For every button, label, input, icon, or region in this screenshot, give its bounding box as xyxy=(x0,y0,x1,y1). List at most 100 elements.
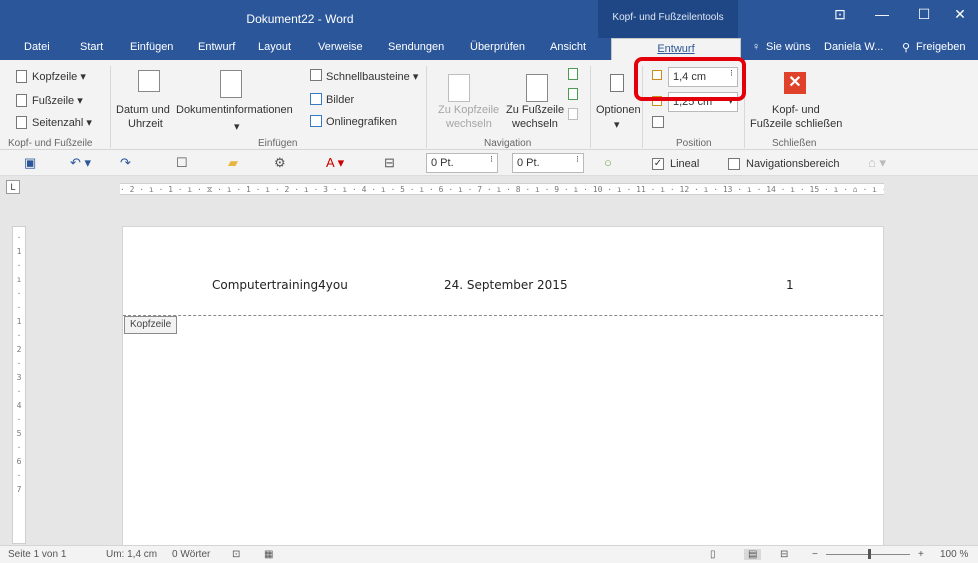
close-window-button[interactable]: ✕ xyxy=(940,4,978,24)
vertical-ruler-tick: · xyxy=(16,233,22,242)
options-icon xyxy=(610,74,624,92)
word-count[interactable]: 0 Wörter xyxy=(172,549,210,560)
page-number-dropdown[interactable]: Seitenzahl ▾ xyxy=(32,116,92,129)
tab-entwurf[interactable]: Entwurf xyxy=(198,41,235,53)
group-label-navigation: Navigation xyxy=(484,138,532,149)
tab-sendungen[interactable]: Sendungen xyxy=(388,41,444,53)
vertical-ruler-tick: · xyxy=(16,261,22,270)
redo-icon[interactable]: ↷ xyxy=(120,155,131,171)
date-time-button-line2: Uhrzeit xyxy=(128,118,163,130)
insert-alignment-tab-icon[interactable] xyxy=(652,116,664,128)
group-label-insert: Einfügen xyxy=(258,138,298,149)
close-icon: ✕ xyxy=(784,72,806,94)
page-count[interactable]: Seite 1 von 1 xyxy=(8,549,66,560)
ruler-checkbox-label: Lineal xyxy=(670,158,700,170)
spacing-before-input[interactable]: 0 Pt. ⁝ xyxy=(426,153,498,173)
tab-ansicht[interactable]: Ansicht xyxy=(550,41,586,53)
calendar-clock-icon xyxy=(138,70,160,92)
footer-icon xyxy=(16,94,27,107)
save-icon[interactable]: ▣ xyxy=(24,155,36,171)
online-pictures-icon xyxy=(310,115,322,127)
proofing-icon[interactable]: ⊡ xyxy=(232,549,240,560)
go-to-header-line2: wechseln xyxy=(446,118,492,130)
quick-parts-dropdown[interactable]: Schnellbausteine ▾ xyxy=(326,70,418,83)
spacing-after-input[interactable]: 0 Pt. ⁝ xyxy=(512,153,584,173)
vertical-ruler-tick: 3 xyxy=(16,373,22,382)
zoom-out-button[interactable]: − xyxy=(812,549,818,560)
lightbulb-icon: ♀ xyxy=(752,41,761,53)
user-name[interactable]: Daniela W... xyxy=(824,41,883,53)
group-label-header-footer: Kopf- und Fußzeile xyxy=(8,138,93,149)
vertical-ruler-tick: ı xyxy=(16,275,22,284)
vertical-ruler-tick: · xyxy=(16,359,22,368)
vertical-ruler-tick: 1 xyxy=(16,317,22,326)
cursor-position: Um: 1,4 cm xyxy=(106,549,158,560)
link-to-previous-icon[interactable] xyxy=(568,108,578,120)
previous-section-icon[interactable] xyxy=(568,68,578,80)
ruler-checkbox[interactable]: ✓ xyxy=(652,158,664,170)
pictures-icon xyxy=(310,93,322,105)
vertical-ruler-tick: · xyxy=(16,303,22,312)
footer-dropdown[interactable]: Fußzeile ▾ xyxy=(32,94,83,107)
tab-verweise[interactable]: Verweise xyxy=(318,41,363,53)
vertical-ruler-tick: · xyxy=(16,471,22,480)
vertical-ruler[interactable]: · 1 · ı · · 1 · 2 · 3 · 4 · 5 · 6 · 7 xyxy=(12,226,26,544)
header-date-text[interactable]: 24. September 2015 xyxy=(444,278,568,292)
navigation-pane-checkbox[interactable] xyxy=(728,158,740,170)
document-info-icon xyxy=(220,70,242,98)
new-document-icon[interactable]: ☐ xyxy=(176,155,188,171)
macro-icon[interactable]: ▦ xyxy=(264,549,273,560)
vertical-ruler-tick: · xyxy=(16,415,22,424)
header-company-text[interactable]: Computertraining4you xyxy=(212,278,348,292)
vertical-ruler-tick: 6 xyxy=(16,457,22,466)
tell-me-box[interactable]: Sie wüns xyxy=(766,41,811,53)
tab-ueberpruefen[interactable]: Überprüfen xyxy=(470,41,525,53)
radio-icon[interactable]: ○ xyxy=(604,155,612,170)
go-to-footer-button[interactable]: Zu Fußzeile xyxy=(506,104,564,116)
header-page-number[interactable]: 1 xyxy=(786,278,794,292)
print-preview-icon[interactable]: ⚙ xyxy=(274,155,286,171)
next-section-icon[interactable] xyxy=(568,88,578,100)
header-tag: Kopfzeile xyxy=(124,316,178,334)
tab-layout[interactable]: Layout xyxy=(258,41,291,53)
close-header-footer-line2: Fußzeile schließen xyxy=(750,118,843,130)
tab-header-footer-design-label: Entwurf xyxy=(657,43,695,55)
tab-einfuegen[interactable]: Einfügen xyxy=(130,41,173,53)
tab-selector[interactable]: L xyxy=(6,180,20,194)
document-info-button[interactable]: Dokumentinformationen xyxy=(176,104,293,116)
minimize-button[interactable]: — xyxy=(862,4,902,24)
document-page[interactable] xyxy=(122,226,884,546)
go-to-footer-icon xyxy=(526,74,548,102)
font-color-icon[interactable]: A ▾ xyxy=(326,155,344,171)
indent-icon[interactable]: ⊟ xyxy=(384,155,395,171)
maximize-button[interactable]: ☐ xyxy=(904,4,944,24)
zoom-in-button[interactable]: + xyxy=(918,549,924,560)
format-painter-icon[interactable]: ⌂ ▾ xyxy=(868,155,886,171)
share-button[interactable]: Freigeben xyxy=(916,41,966,53)
header-dropdown[interactable]: Kopfzeile ▾ xyxy=(32,70,86,83)
vertical-ruler-tick: · xyxy=(16,443,22,452)
read-mode-icon[interactable]: ▯ xyxy=(710,549,716,560)
pictures-button[interactable]: Bilder xyxy=(326,94,354,106)
page-number-icon xyxy=(16,116,27,129)
online-pictures-button[interactable]: Onlinegrafiken xyxy=(326,116,397,128)
close-header-footer-button[interactable]: Kopf- und xyxy=(772,104,820,116)
print-layout-icon[interactable]: ▤ xyxy=(744,549,762,560)
undo-icon[interactable]: ↶ ▾ xyxy=(70,155,91,171)
horizontal-ruler[interactable]: · 2 · ı · 1 · ı · ⧖ · ı · 1 · ı · 2 · ı … xyxy=(120,183,884,195)
zoom-slider-thumb[interactable] xyxy=(868,549,871,559)
date-time-button[interactable]: Datum und xyxy=(116,104,170,116)
options-button[interactable]: Optionen xyxy=(596,104,641,116)
tab-start[interactable]: Start xyxy=(80,41,103,53)
web-layout-icon[interactable]: ⊟ xyxy=(780,549,788,560)
zoom-level[interactable]: 100 % xyxy=(940,549,968,560)
vertical-ruler-tick: · xyxy=(16,289,22,298)
header-icon xyxy=(16,70,27,83)
group-divider xyxy=(110,66,111,148)
ribbon-display-options-button[interactable]: ⊡ xyxy=(820,4,860,24)
tab-datei[interactable]: Datei xyxy=(24,41,50,53)
chevron-down-icon: ▾ xyxy=(234,121,240,133)
go-to-header-button[interactable]: Zu Kopfzeile xyxy=(438,104,499,116)
open-folder-icon[interactable]: ▰ xyxy=(228,155,238,171)
navigation-pane-label: Navigationsbereich xyxy=(746,158,840,170)
